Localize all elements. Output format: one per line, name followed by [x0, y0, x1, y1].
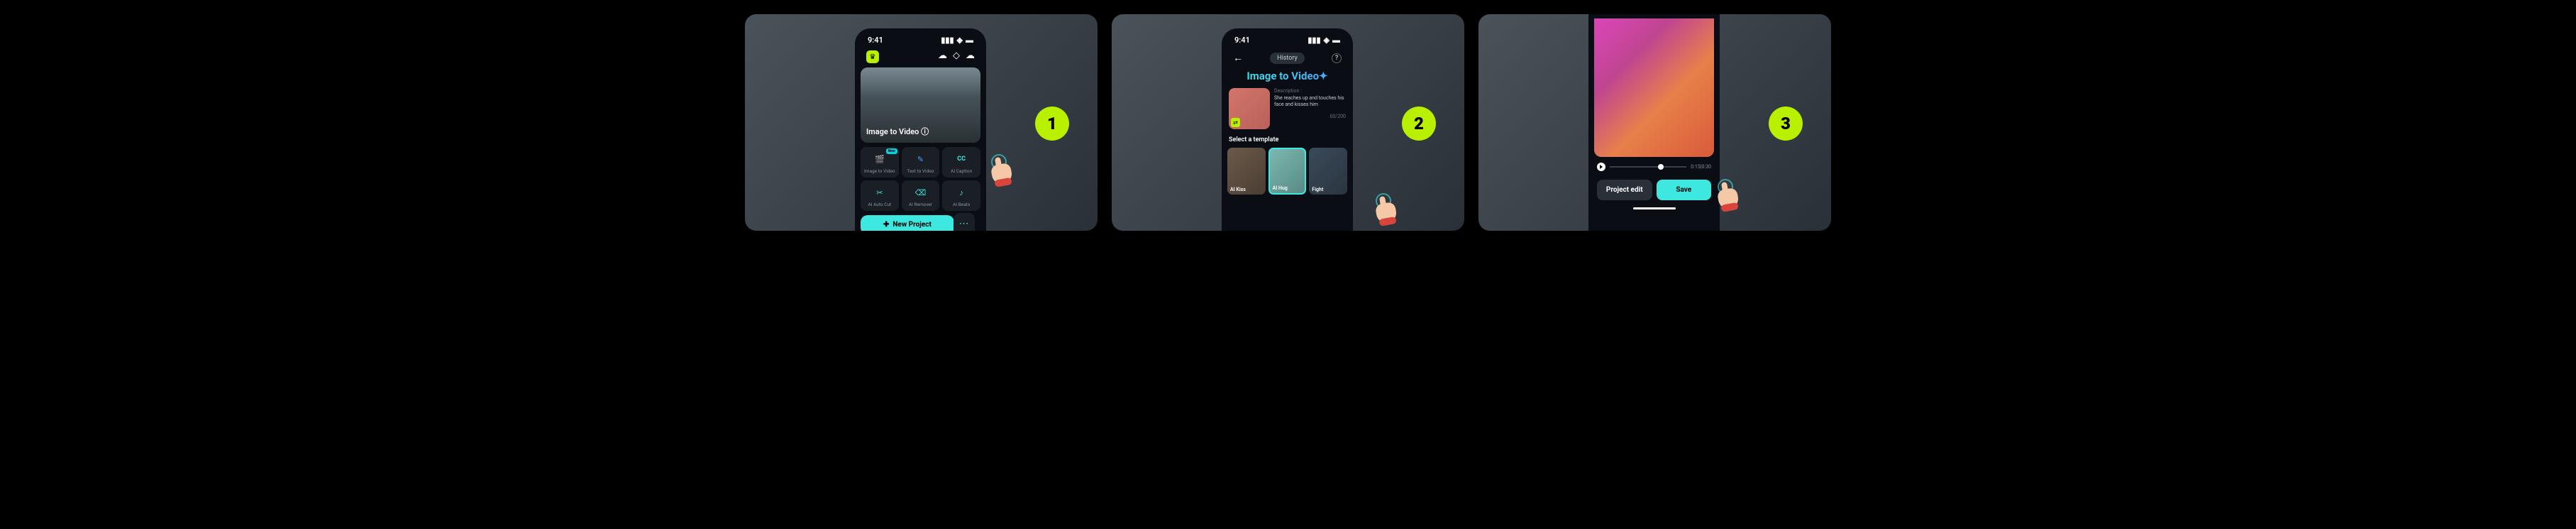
diamond-icon[interactable]: ◇	[953, 50, 960, 63]
battery-icon: ▬	[966, 36, 973, 45]
time-display: 0:15|0:30	[1691, 164, 1711, 170]
help-button[interactable]: ?	[1332, 53, 1342, 63]
crown-icon[interactable]: ♛	[866, 50, 879, 63]
top-icon-row: ♛ ☁ ◇ ☁	[861, 48, 980, 67]
template-ai-kiss[interactable]: AI Kiss	[1227, 148, 1266, 195]
feature-label: Text to Video	[907, 168, 934, 174]
pointer-hand-icon	[1716, 185, 1740, 212]
step-card-2: 9:41 ▮▮▮ ◈ ▬ ← History ? Image to Video✦…	[1112, 14, 1464, 231]
upload-row: ⇄ Description : She reaches up and touch…	[1227, 88, 1347, 129]
video-preview[interactable]	[1594, 18, 1714, 157]
new-project-button[interactable]: ✚ New Project	[861, 215, 954, 231]
more-button[interactable]: ⋯	[953, 213, 975, 231]
feature-ai-caption[interactable]: CC AI Caption	[942, 147, 980, 178]
swap-icon[interactable]: ⇄	[1231, 118, 1240, 127]
status-time: 9:41	[868, 36, 883, 45]
phone-mock-3: 0:15|0:30 Project edit Save	[1588, 14, 1720, 231]
action-row: Project edit Save	[1594, 177, 1714, 200]
char-count: 60/200	[1274, 114, 1346, 119]
cc-icon: CC	[955, 153, 968, 165]
music-icon: ♪	[955, 186, 968, 199]
play-button[interactable]	[1597, 163, 1605, 171]
template-label: Fight	[1309, 185, 1326, 195]
save-button[interactable]: Save	[1657, 180, 1712, 200]
signal-icon: ▮▮▮	[941, 36, 953, 45]
template-label: AI Kiss	[1227, 185, 1249, 195]
feature-label: Image to Video	[864, 168, 895, 174]
feature-ai-remover[interactable]: ⌫ AI Remover	[902, 180, 940, 211]
history-button[interactable]: History	[1270, 53, 1305, 64]
pointer-hand-icon	[1374, 199, 1398, 226]
home-indicator	[1633, 207, 1676, 209]
feature-label: AI Beats	[953, 202, 970, 207]
new-badge: New	[886, 148, 897, 154]
template-row: AI Kiss AI Hug Fight	[1227, 148, 1347, 195]
template-fight[interactable]: Fight	[1309, 148, 1347, 195]
battery-icon: ▬	[1332, 36, 1340, 45]
cut-icon: ✂	[873, 186, 886, 199]
feature-grid: New 🎬 Image to Video ✎ Text to Video CC …	[861, 147, 980, 211]
pen-icon: ✎	[914, 153, 927, 165]
feature-label: AI Auto Cut	[868, 202, 891, 207]
phone-mock-2: 9:41 ▮▮▮ ◈ ▬ ← History ? Image to Video✦…	[1222, 28, 1353, 231]
phone-mock-1: 9:41 ▮▮▮ ◈ ▬ ♛ ☁ ◇ ☁ Image to Video ⓘ Ne…	[855, 28, 986, 231]
step-card-3: 0:15|0:30 Project edit Save 3	[1478, 14, 1831, 231]
template-label: AI Hug	[1270, 183, 1290, 193]
select-template-label: Select a template	[1229, 136, 1346, 143]
feature-image-to-video[interactable]: New 🎬 Image to Video	[861, 147, 899, 178]
step-card-1: 9:41 ▮▮▮ ◈ ▬ ♛ ☁ ◇ ☁ Image to Video ⓘ Ne…	[745, 14, 1098, 231]
page-title: Image to Video✦	[1227, 70, 1347, 82]
feature-text-to-video[interactable]: ✎ Text to Video	[902, 147, 940, 178]
eraser-icon: ⌫	[914, 186, 927, 199]
description-label: Description :	[1274, 88, 1346, 94]
step-number-badge: 3	[1769, 107, 1803, 141]
status-icons: ▮▮▮ ◈ ▬	[941, 36, 973, 45]
wifi-icon: ◈	[957, 36, 963, 45]
template-ai-hug[interactable]: AI Hug	[1268, 148, 1307, 195]
step-number-badge: 2	[1402, 107, 1436, 141]
signal-icon: ▮▮▮	[1308, 36, 1320, 45]
status-bar: 9:41 ▮▮▮ ◈ ▬	[861, 33, 980, 48]
upload-thumbnail[interactable]: ⇄	[1229, 88, 1270, 129]
step-number-badge: 1	[1035, 107, 1069, 141]
timeline-track[interactable]	[1610, 166, 1686, 168]
hero-banner[interactable]: Image to Video ⓘ	[861, 67, 980, 143]
feature-ai-beats[interactable]: ♪ AI Beats	[942, 180, 980, 211]
new-project-label: New Project	[892, 221, 931, 229]
hero-title: Image to Video ⓘ	[866, 126, 929, 137]
plus-icon: ✚	[883, 221, 889, 229]
project-edit-button[interactable]: Project edit	[1597, 180, 1652, 200]
cloud-icon[interactable]: ☁	[938, 50, 947, 63]
wifi-icon: ◈	[1324, 36, 1330, 45]
description-box[interactable]: Description : She reaches up and touches…	[1274, 88, 1346, 129]
feature-label: AI Remover	[909, 202, 932, 207]
feature-label: AI Caption	[951, 168, 972, 174]
video-timeline: 0:15|0:30	[1594, 157, 1714, 177]
nav-bar: ← History ?	[1227, 48, 1347, 68]
description-text: She reaches up and touches his face and …	[1274, 95, 1346, 108]
cloud2-icon[interactable]: ☁	[966, 50, 975, 63]
feature-ai-auto-cut[interactable]: ✂ AI Auto Cut	[861, 180, 899, 211]
status-icons: ▮▮▮ ◈ ▬	[1308, 36, 1340, 45]
video-icon: 🎬	[873, 153, 886, 165]
status-bar: 9:41 ▮▮▮ ◈ ▬	[1227, 33, 1347, 48]
back-button[interactable]: ←	[1233, 52, 1243, 64]
pointer-hand-icon	[990, 160, 1014, 187]
status-time: 9:41	[1234, 36, 1250, 45]
